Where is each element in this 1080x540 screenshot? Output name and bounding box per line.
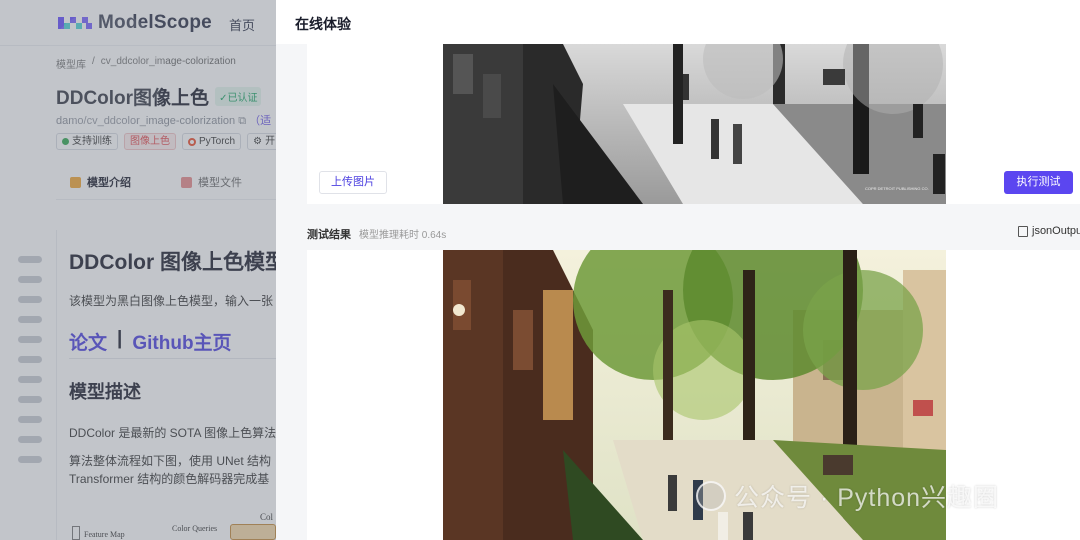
drawer-title: 在线体验	[295, 16, 351, 32]
upload-image-button[interactable]: 上传图片	[319, 171, 387, 194]
online-demo-drawer: 在线体验 COPR DETROIT PUBLISHING CO. 上传图片 执行…	[276, 0, 1080, 540]
result-header: 测试结果 模型推理耗时 0.64s	[307, 226, 446, 242]
grayscale-street-photo: COPR DETROIT PUBLISHING CO.	[443, 44, 946, 204]
inference-time: 模型推理耗时 0.64s	[359, 230, 447, 241]
json-output-toggle[interactable]: jsonOutpu	[1018, 225, 1080, 237]
json-file-icon	[1018, 225, 1028, 237]
wechat-logo-icon	[696, 481, 726, 511]
watermark-text: 公众号 · Python兴趣圈	[734, 484, 1000, 512]
result-title: 测试结果	[307, 229, 351, 241]
run-test-button[interactable]: 执行测试	[1004, 171, 1073, 194]
drawer-header: 在线体验	[276, 0, 1080, 44]
photo-caption: COPR DETROIT PUBLISHING CO.	[865, 186, 929, 191]
json-output-label: jsonOutpu	[1032, 225, 1080, 237]
input-image: COPR DETROIT PUBLISHING CO.	[443, 44, 946, 204]
watermark: 公众号 · Python兴趣圈	[696, 478, 999, 514]
input-panel: COPR DETROIT PUBLISHING CO. 上传图片 执行测试	[307, 44, 1080, 204]
